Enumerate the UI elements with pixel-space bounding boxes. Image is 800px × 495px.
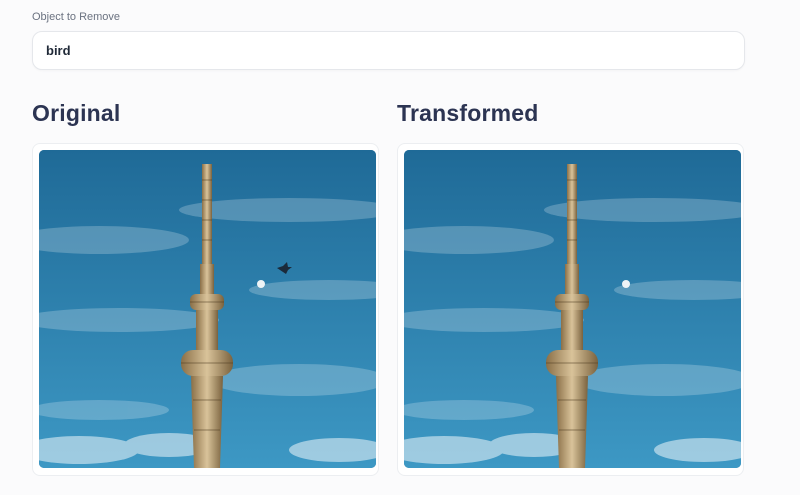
page: Object to Remove Original Transformed bbox=[0, 0, 800, 495]
transformed-image-card bbox=[397, 143, 744, 476]
original-image-card bbox=[32, 143, 379, 476]
original-image[interactable] bbox=[39, 150, 376, 468]
transformed-title: Transformed bbox=[397, 100, 539, 126]
object-to-remove-input[interactable] bbox=[32, 31, 745, 70]
tower-photo-original bbox=[39, 150, 376, 468]
original-title: Original bbox=[32, 100, 121, 126]
transformed-image[interactable] bbox=[404, 150, 741, 468]
tower-photo-transformed bbox=[404, 150, 741, 468]
object-to-remove-label: Object to Remove bbox=[32, 11, 121, 23]
